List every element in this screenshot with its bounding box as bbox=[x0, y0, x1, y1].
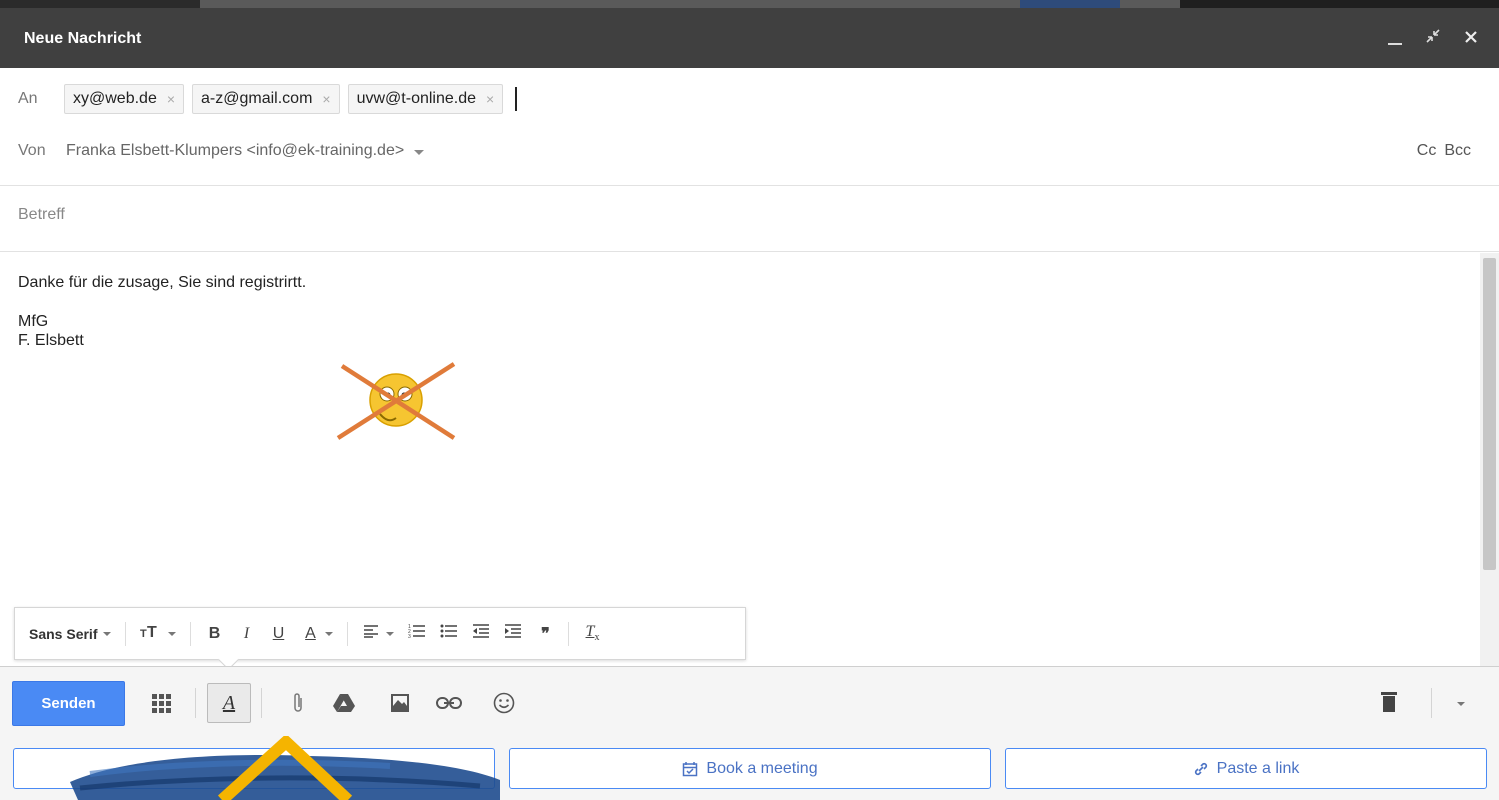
chevron-down-icon[interactable] bbox=[168, 631, 177, 636]
separator bbox=[190, 621, 192, 646]
attach-icon[interactable] bbox=[286, 683, 310, 723]
close-icon[interactable] bbox=[1461, 28, 1481, 48]
separator bbox=[125, 621, 127, 646]
book-meeting-button[interactable]: Book a meeting bbox=[509, 748, 991, 789]
chevron-down-icon[interactable] bbox=[386, 631, 395, 636]
svg-text:T: T bbox=[140, 628, 147, 639]
formatting-toolbar: Sans Serif TT B I U A 123 ❞ Tx bbox=[14, 607, 746, 660]
recipients-row: An xy@web.de × a-z@gmail.com × uvw@t-onl… bbox=[0, 68, 1499, 130]
separator bbox=[568, 621, 570, 646]
formatting-toggle-icon[interactable]: A bbox=[207, 683, 251, 723]
from-label: Von bbox=[18, 142, 46, 159]
minimize-icon[interactable] bbox=[1385, 28, 1405, 48]
text-size-icon[interactable]: TT bbox=[140, 623, 162, 644]
remove-formatting-icon[interactable]: Tx bbox=[583, 623, 601, 643]
compose-title: Neue Nachricht bbox=[24, 30, 142, 47]
italic-icon[interactable]: I bbox=[237, 625, 255, 643]
calendar-icon bbox=[683, 761, 698, 776]
svg-text:T: T bbox=[147, 624, 157, 639]
indent-less-icon[interactable] bbox=[472, 623, 490, 644]
link-icon bbox=[1194, 762, 1207, 775]
recipient-chip[interactable]: uvw@t-online.de × bbox=[347, 84, 504, 114]
background-strip bbox=[0, 0, 1499, 8]
numbered-list-icon[interactable]: 123 bbox=[408, 623, 426, 644]
photo-icon[interactable] bbox=[386, 683, 414, 723]
message-body[interactable]: Danke für die zusage, Sie sind registrir… bbox=[18, 273, 306, 350]
body-line: MfG bbox=[18, 313, 49, 330]
book-meeting-label: Book a meeting bbox=[706, 759, 818, 777]
background-strip-segment bbox=[1180, 0, 1499, 8]
separator bbox=[195, 688, 196, 718]
compose-titlebar: Neue Nachricht bbox=[0, 8, 1499, 68]
more-options-icon[interactable] bbox=[1457, 702, 1465, 706]
recipient-chip[interactable]: xy@web.de × bbox=[64, 84, 185, 114]
trash-icon[interactable] bbox=[1381, 692, 1397, 712]
remove-recipient-icon[interactable]: × bbox=[322, 91, 330, 107]
font-select[interactable]: Sans Serif bbox=[29, 626, 97, 642]
sender-select[interactable]: Franka Elsbett-Klumpers <info@ek-trainin… bbox=[66, 142, 404, 160]
body-line: F. Elsbett bbox=[18, 332, 84, 349]
emoji-icon[interactable] bbox=[490, 683, 518, 723]
paste-link-label: Paste a link bbox=[1216, 759, 1300, 777]
scrollbar-thumb[interactable] bbox=[1483, 258, 1496, 570]
bulleted-list-icon[interactable] bbox=[440, 623, 458, 644]
cc-link[interactable]: Cc bbox=[1417, 142, 1437, 160]
subject-input[interactable]: Betreff bbox=[18, 206, 65, 224]
chevron-down-icon[interactable] bbox=[325, 631, 334, 636]
recipient-email: uvw@t-online.de bbox=[356, 90, 477, 107]
cc-bcc-links: Cc Bcc bbox=[1417, 142, 1471, 160]
separator bbox=[1431, 688, 1432, 718]
svg-text:3: 3 bbox=[408, 634, 411, 639]
divider bbox=[0, 185, 1499, 186]
remove-recipient-icon[interactable]: × bbox=[167, 91, 175, 107]
bcc-link[interactable]: Bcc bbox=[1444, 142, 1471, 160]
text-cursor[interactable] bbox=[515, 87, 518, 111]
arrow-up-icon bbox=[217, 736, 353, 800]
to-label: An bbox=[18, 90, 38, 107]
send-button[interactable]: Senden bbox=[12, 681, 125, 726]
indent-more-icon[interactable] bbox=[504, 623, 522, 644]
quote-icon[interactable]: ❞ bbox=[536, 624, 554, 644]
link-icon[interactable] bbox=[432, 683, 466, 723]
background-strip-segment bbox=[1020, 0, 1120, 8]
divider bbox=[0, 251, 1499, 252]
separator bbox=[347, 621, 349, 646]
crossed-out-smiley-icon bbox=[336, 362, 456, 440]
separator bbox=[261, 688, 262, 718]
background-strip-segment bbox=[0, 0, 200, 8]
apps-icon[interactable] bbox=[146, 683, 176, 723]
chevron-down-icon[interactable] bbox=[414, 150, 425, 155]
drive-icon[interactable] bbox=[330, 683, 358, 723]
body-line: Danke für die zusage, Sie sind registrir… bbox=[18, 274, 307, 291]
bold-icon[interactable]: B bbox=[205, 625, 223, 643]
recipient-chip[interactable]: a-z@gmail.com × bbox=[192, 84, 340, 114]
sender-row: Von Franka Elsbett-Klumpers <info@ek-tra… bbox=[0, 130, 1499, 172]
recipient-email: xy@web.de bbox=[73, 90, 157, 107]
underline-icon[interactable]: U bbox=[269, 625, 287, 643]
chevron-down-icon[interactable] bbox=[103, 631, 112, 636]
text-color-icon[interactable]: A bbox=[301, 625, 319, 643]
window-controls bbox=[1385, 28, 1481, 48]
paste-link-button[interactable]: Paste a link bbox=[1005, 748, 1487, 789]
exit-fullscreen-icon[interactable] bbox=[1423, 28, 1443, 48]
recipient-email: a-z@gmail.com bbox=[201, 90, 313, 107]
remove-recipient-icon[interactable]: × bbox=[486, 91, 494, 107]
align-icon[interactable] bbox=[362, 624, 380, 643]
